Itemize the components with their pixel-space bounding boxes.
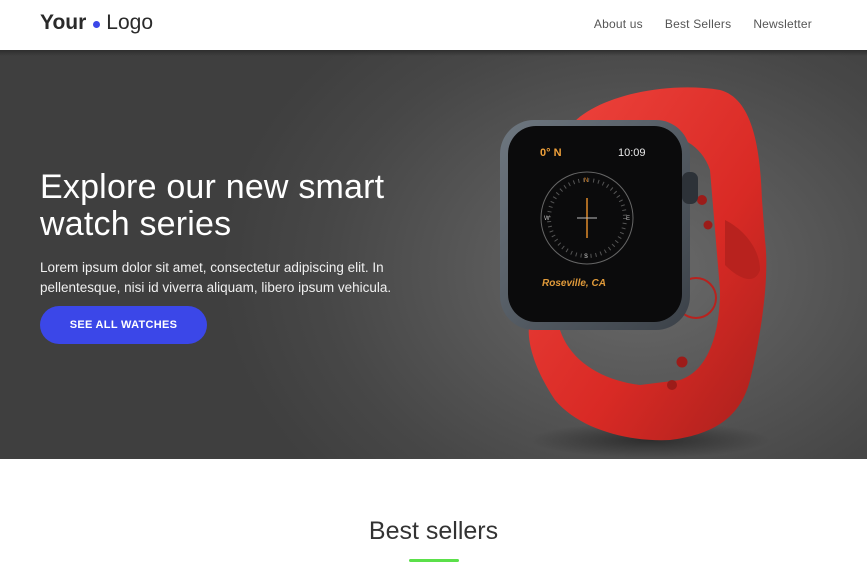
nav-link-newsletter[interactable]: Newsletter <box>753 16 812 32</box>
watch-location-text: Roseville, CA <box>542 278 606 289</box>
svg-text:W: W <box>544 216 550 222</box>
logo[interactable]: Your Logo <box>40 11 153 35</box>
hero-description: Lorem ipsum dolor sit amet, consectetur … <box>40 260 392 295</box>
best-sellers-title: Best sellers <box>368 517 499 545</box>
logo-dot-icon <box>93 20 101 28</box>
nav-link-about-us[interactable]: About us <box>594 16 643 32</box>
watch-time-text: 10:09 <box>618 147 646 159</box>
svg-text:E: E <box>626 216 630 222</box>
main-nav: About us Best Sellers Newsletter <box>594 16 812 32</box>
svg-text:S: S <box>584 254 588 260</box>
see-all-watches-button[interactable]: SEE ALL WATCHES <box>40 306 207 344</box>
logo-text-bold: Your <box>40 11 87 34</box>
navbar: Your Logo About us Best Sellers Newslett… <box>0 0 867 50</box>
watch-screen <box>508 126 682 322</box>
svg-text:N: N <box>584 178 588 184</box>
hero-title: Explore our new smart watch series <box>40 168 385 243</box>
navbar-shadow <box>0 50 867 56</box>
watch-digital-crown <box>682 172 698 204</box>
watch-heading-text: 0° N <box>540 147 562 159</box>
hero-banner: Explore our new smart watch series Lorem… <box>0 50 867 459</box>
nav-link-best-sellers[interactable]: Best Sellers <box>665 16 731 32</box>
smart-watch-image: 0° N 10:09 N S W E Roseville, CA <box>500 87 770 458</box>
section-title-underline <box>409 559 459 562</box>
logo-text-light: Logo <box>106 11 153 34</box>
